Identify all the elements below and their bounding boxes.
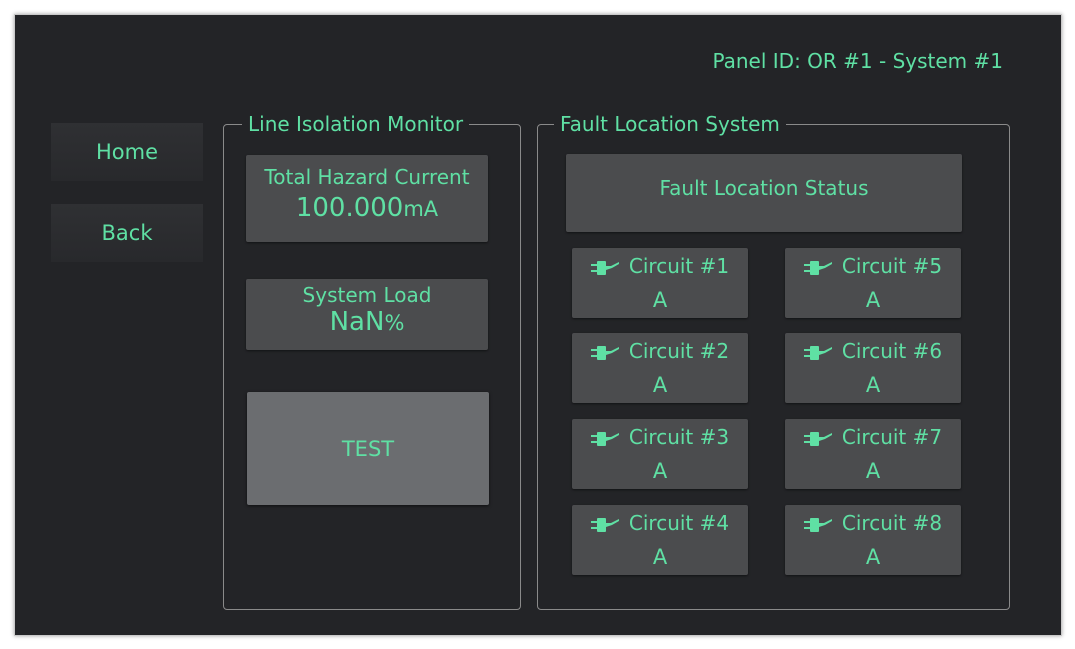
circuit-tile-5[interactable]: Circuit #5 A — [785, 248, 961, 318]
circuit-header: Circuit #3 — [572, 425, 748, 449]
plug-icon — [803, 431, 832, 446]
plug-icon — [590, 517, 619, 532]
circuit-value: A — [652, 459, 668, 483]
circuit-tile-3[interactable]: Circuit #3 A — [572, 419, 748, 489]
plug-icon — [590, 260, 619, 275]
circuit-tile-4[interactable]: Circuit #4 A — [572, 505, 748, 575]
system-load-tile: System Load NaN% — [246, 279, 488, 350]
total-hazard-current-readout: 100.000mA — [246, 193, 488, 223]
fault-location-system-group: Fault Location System Fault Location Sta… — [537, 111, 1010, 610]
circuit-tile-8[interactable]: Circuit #8 A — [785, 505, 961, 575]
total-hazard-current-unit: mA — [403, 197, 439, 221]
total-hazard-current-value: 100.000 — [295, 193, 404, 223]
circuit-header: Circuit #7 — [785, 425, 961, 449]
circuit-tile-1[interactable]: Circuit #1 A — [572, 248, 748, 318]
circuit-name: Circuit #1 — [628, 254, 730, 278]
fault-location-status-label: Fault Location Status — [659, 176, 869, 200]
plug-icon — [803, 517, 832, 532]
system-load-unit: % — [384, 311, 405, 335]
back-button[interactable]: Back — [51, 204, 203, 262]
circuit-name: Circuit #5 — [841, 254, 943, 278]
circuit-tile-2[interactable]: Circuit #2 A — [572, 333, 748, 403]
circuit-name: Circuit #6 — [841, 339, 943, 363]
plug-icon — [590, 345, 619, 360]
circuit-value: A — [865, 459, 881, 483]
plug-icon — [803, 345, 832, 360]
line-isolation-monitor-title: Line Isolation Monitor — [242, 111, 470, 137]
circuit-name: Circuit #8 — [841, 511, 943, 535]
app-window: Panel ID: OR #1 - System #1 Home Back Li… — [14, 14, 1062, 636]
circuit-header: Circuit #8 — [785, 511, 961, 535]
home-button[interactable]: Home — [51, 123, 203, 181]
line-isolation-monitor-group: Line Isolation Monitor Total Hazard Curr… — [223, 111, 521, 610]
plug-icon — [590, 431, 619, 446]
total-hazard-current-tile: Total Hazard Current 100.000mA — [246, 155, 488, 242]
circuit-name: Circuit #7 — [841, 425, 943, 449]
system-load-label: System Load — [302, 283, 432, 307]
circuit-value: A — [865, 373, 881, 397]
circuit-header: Circuit #4 — [572, 511, 748, 535]
circuit-name: Circuit #2 — [628, 339, 730, 363]
circuit-tile-6[interactable]: Circuit #6 A — [785, 333, 961, 403]
fault-location-system-title: Fault Location System — [554, 111, 786, 137]
test-button[interactable]: TEST — [247, 392, 489, 505]
circuit-name: Circuit #3 — [628, 425, 730, 449]
panel-id-label: Panel ID: OR #1 - System #1 — [712, 49, 1003, 73]
fault-location-status-tile[interactable]: Fault Location Status — [566, 154, 962, 232]
circuit-header: Circuit #6 — [785, 339, 961, 363]
circuit-tile-7[interactable]: Circuit #7 A — [785, 419, 961, 489]
system-load-value: NaN — [329, 307, 385, 337]
system-load-readout: NaN% — [246, 307, 488, 337]
circuit-value: A — [865, 288, 881, 312]
circuit-value: A — [865, 545, 881, 569]
circuit-header: Circuit #2 — [572, 339, 748, 363]
circuit-value: A — [652, 288, 668, 312]
plug-icon — [803, 260, 832, 275]
circuit-name: Circuit #4 — [628, 511, 730, 535]
circuit-value: A — [652, 373, 668, 397]
circuit-header: Circuit #5 — [785, 254, 961, 278]
total-hazard-current-label: Total Hazard Current — [264, 165, 470, 189]
circuit-value: A — [652, 545, 668, 569]
circuit-header: Circuit #1 — [572, 254, 748, 278]
